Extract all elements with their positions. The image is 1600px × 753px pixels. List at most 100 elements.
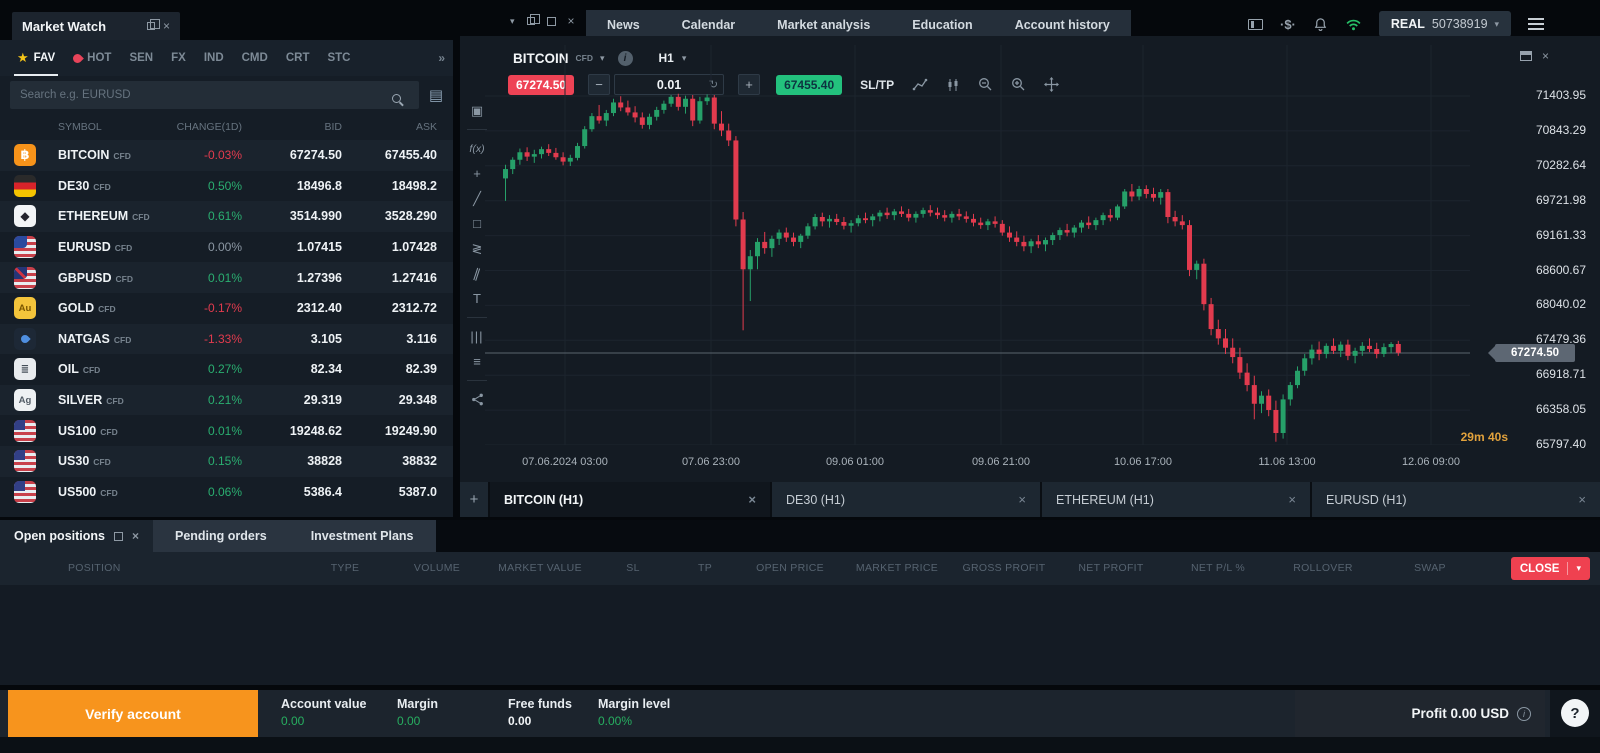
- bid-value[interactable]: 82.34: [242, 362, 342, 376]
- search-icon[interactable]: [392, 94, 401, 103]
- ask-value[interactable]: 3.116: [342, 332, 437, 346]
- bid-value[interactable]: 19248.62: [242, 424, 342, 438]
- market-watch-title: Market Watch: [22, 19, 139, 34]
- chart-tab-de30[interactable]: DE30 (H1)×: [772, 482, 1040, 517]
- symbol-row-us100[interactable]: US100CFD0.01%19248.6219249.90: [0, 415, 453, 446]
- symbol-row-bitcoin[interactable]: ฿BITCOINCFD-0.03%67274.5067455.40: [0, 140, 453, 171]
- ethereum-icon: ◆: [14, 205, 36, 227]
- metric-value: 0.00: [397, 714, 438, 728]
- chart-tab-eurusd[interactable]: EURUSD (H1) ×: [1312, 482, 1600, 517]
- symbol-row-us30[interactable]: US30CFD0.15%3882838832: [0, 446, 453, 477]
- mw-tab-stc[interactable]: STC: [318, 40, 359, 76]
- ask-value[interactable]: 18498.2: [342, 179, 437, 193]
- chart-tab-label: EURUSD (H1): [1326, 493, 1407, 507]
- price-axis[interactable]: 71403.9570843.2970282.6469721.9869161.33…: [1470, 45, 1600, 455]
- mw-tab-hot[interactable]: HOT: [64, 40, 120, 76]
- metric-value: 0.00: [508, 714, 572, 728]
- menu-icon[interactable]: [1528, 23, 1544, 25]
- popout-icon[interactable]: [147, 22, 155, 30]
- price-axis-label: 66358.05: [1536, 402, 1586, 416]
- symbol-row-ethereum[interactable]: ◆ETHEREUMCFD0.61%3514.9903528.290: [0, 201, 453, 232]
- ask-value[interactable]: 82.39: [342, 362, 437, 376]
- market-watch-rows: ฿BITCOINCFD-0.03%67274.5067455.40DE30CFD…: [0, 140, 453, 507]
- bid-value[interactable]: 1.07415: [242, 240, 342, 254]
- metric-label: Margin: [397, 697, 438, 711]
- symbol-row-eurusd[interactable]: EURUSDCFD0.00%1.074151.07428: [0, 232, 453, 263]
- tab-open-positions[interactable]: Open positions ×: [0, 520, 153, 552]
- info-icon[interactable]: i: [1517, 707, 1531, 721]
- workspace-icon[interactable]: [1248, 19, 1263, 30]
- symbol-row-gold[interactable]: AuGOLDCFD-0.17%2312.402312.72: [0, 293, 453, 324]
- symbol-row-de30[interactable]: DE30CFD0.50%18496.818498.2: [0, 171, 453, 202]
- chart-tab-ethereum[interactable]: ETHEREUM (H1)×: [1042, 482, 1310, 517]
- bid-value[interactable]: 1.27396: [242, 271, 342, 285]
- metric-margin: Margin 0.00: [397, 697, 438, 728]
- bid-value[interactable]: 18496.8: [242, 179, 342, 193]
- natgas-icon: [14, 328, 36, 350]
- symbol-row-oil[interactable]: ≣OILCFD0.27%82.3482.39: [0, 354, 453, 385]
- maximize-icon[interactable]: [547, 17, 556, 26]
- bid-value[interactable]: 2312.40: [242, 301, 342, 315]
- ask-value[interactable]: 38832: [342, 454, 437, 468]
- eurusd-icon: [14, 236, 36, 258]
- ask-value[interactable]: 2312.72: [342, 301, 437, 315]
- symbol-row-gbpusd[interactable]: GBPUSDCFD0.01%1.273961.27416: [0, 262, 453, 293]
- chart-tab-bitcoin[interactable]: BITCOIN (H1)×: [490, 482, 770, 517]
- grid-view-icon[interactable]: ▤: [429, 86, 443, 104]
- mw-tab-fav[interactable]: ★FAV: [8, 40, 64, 76]
- bid-value[interactable]: 29.319: [242, 393, 342, 407]
- close-icon[interactable]: ×: [568, 15, 575, 27]
- symbol-row-natgas[interactable]: NATGASCFD-1.33%3.1053.116: [0, 324, 453, 355]
- bid-value[interactable]: 38828: [242, 454, 342, 468]
- bid-value[interactable]: 3514.990: [242, 209, 342, 223]
- mw-tab-ind[interactable]: IND: [195, 40, 233, 76]
- symbol-suffix: CFD: [114, 335, 131, 345]
- symbol-name: US100CFD: [46, 424, 164, 438]
- ask-value[interactable]: 1.27416: [342, 271, 437, 285]
- close-icon[interactable]: ×: [998, 492, 1026, 507]
- mw-tab-fx[interactable]: FX: [162, 40, 195, 76]
- mw-tab-sen[interactable]: SEN: [120, 40, 162, 76]
- ask-value[interactable]: 1.07428: [342, 240, 437, 254]
- new-chart-tab-button[interactable]: +: [460, 482, 488, 517]
- popout-icon[interactable]: [527, 17, 535, 25]
- tabs-overflow-icon[interactable]: »: [438, 51, 445, 65]
- bid-value[interactable]: 3.105: [242, 332, 342, 346]
- symbol-row-us500[interactable]: US500CFD0.06%5386.45387.0: [0, 477, 453, 508]
- wifi-icon[interactable]: [1345, 18, 1362, 31]
- tab-pending-orders[interactable]: Pending orders: [153, 520, 289, 552]
- popout-icon[interactable]: [114, 532, 123, 541]
- close-icon[interactable]: ×: [132, 530, 139, 542]
- ask-value[interactable]: 67455.40: [342, 148, 437, 162]
- time-axis-label: 09.06 21:00: [972, 456, 1030, 468]
- trading-app: Market Watch × ★FAVHOTSENFXINDCMDCRTSTC »…: [0, 0, 1600, 753]
- verify-account-button[interactable]: Verify account: [8, 690, 258, 737]
- bid-value[interactable]: 5386.4: [242, 485, 342, 499]
- ask-value[interactable]: 29.348: [342, 393, 437, 407]
- mw-tab-crt[interactable]: CRT: [277, 40, 319, 76]
- tab-investment-plans[interactable]: Investment Plans: [289, 520, 436, 552]
- chevron-down-icon[interactable]: ▾: [510, 16, 515, 27]
- payments-icon[interactable]: ·$·: [1280, 17, 1296, 32]
- mw-tab-cmd[interactable]: CMD: [233, 40, 277, 76]
- ask-value[interactable]: 19249.90: [342, 424, 437, 438]
- ask-value[interactable]: 3528.290: [342, 209, 437, 223]
- close-icon[interactable]: ×: [163, 20, 170, 32]
- chevron-down-icon: ▾: [1576, 563, 1581, 574]
- close-all-button[interactable]: CLOSE ▾: [1511, 557, 1590, 580]
- notifications-bell-icon[interactable]: [1313, 17, 1328, 32]
- bid-value[interactable]: 67274.50: [242, 148, 342, 162]
- symbol-name: EURUSDCFD: [46, 240, 164, 254]
- symbol-row-silver[interactable]: AgSILVERCFD0.21%29.31929.348: [0, 385, 453, 416]
- ask-value[interactable]: 5387.0: [342, 485, 437, 499]
- search-input[interactable]: [10, 81, 419, 109]
- help-button[interactable]: ?: [1561, 699, 1589, 727]
- close-icon[interactable]: ×: [728, 492, 756, 507]
- close-icon[interactable]: ×: [1558, 492, 1586, 507]
- account-selector[interactable]: REAL 50738919 ▾: [1379, 11, 1511, 37]
- close-icon[interactable]: ×: [1268, 492, 1296, 507]
- pos-col-net-p-l-: NET P/L %: [1191, 562, 1245, 574]
- candlestick-chart[interactable]: [485, 45, 1470, 445]
- gbpusd-icon: [14, 267, 36, 289]
- pos-col-gross-profit: GROSS PROFIT: [963, 562, 1046, 574]
